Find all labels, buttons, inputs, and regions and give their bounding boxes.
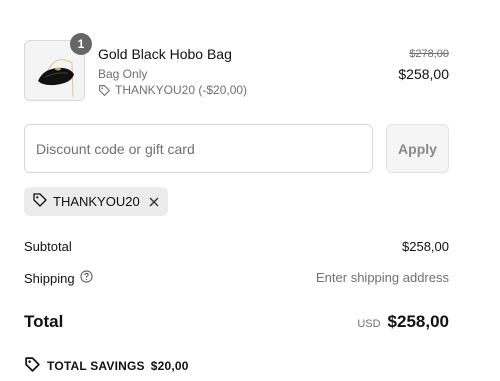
total-amount: $258,00 (387, 312, 449, 331)
subtotal-value: $258,00 (402, 239, 449, 254)
question-circle-icon[interactable] (80, 270, 93, 286)
close-icon[interactable] (148, 196, 160, 208)
total-price: USD $258,00 (357, 312, 449, 332)
product-discount: THANKYOU20 (-$20,00) (98, 83, 247, 97)
total-currency: USD (357, 318, 381, 330)
total-savings: TOTAL SAVINGS $20,00 (24, 356, 189, 376)
savings-label: TOTAL SAVINGS (47, 359, 145, 373)
product-name: Gold Black Hobo Bag (98, 46, 232, 62)
tag-icon (32, 192, 48, 211)
applied-code-label: THANKYOU20 (53, 194, 140, 209)
shipping-value: Enter shipping address (316, 270, 449, 285)
savings-value: $20,00 (150, 359, 189, 373)
subtotal-label: Subtotal (24, 239, 72, 254)
shipping-label: Shipping (24, 270, 75, 286)
quantity-badge: 1 (70, 33, 92, 55)
item-price: $258,00 (398, 66, 449, 82)
tag-icon (24, 356, 41, 376)
apply-button[interactable]: Apply (386, 124, 449, 173)
tag-icon (98, 84, 111, 97)
shipping-row: Shipping (24, 270, 93, 286)
product-variant: Bag Only (98, 67, 148, 81)
original-price: $278,00 (409, 48, 449, 60)
discount-code-input[interactable] (24, 124, 373, 173)
product-discount-label: THANKYOU20 (-$20,00) (115, 83, 248, 97)
total-label: Total (24, 312, 64, 331)
applied-discount-chip: THANKYOU20 (24, 187, 168, 216)
